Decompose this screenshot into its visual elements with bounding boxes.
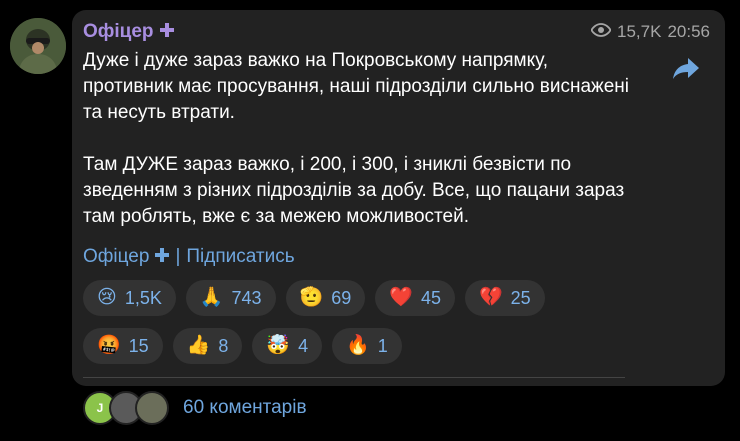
subscribe-link[interactable]: Підписатись [186, 245, 294, 269]
reaction-pill[interactable]: ❤️ 45 [375, 280, 455, 316]
channel-name[interactable]: Офіцер [83, 20, 174, 44]
reaction-count: 69 [331, 287, 352, 308]
views-count: 15,7K [617, 22, 662, 41]
commenter-avatar [135, 391, 169, 425]
reaction-pill[interactable]: 🫡 69 [285, 280, 366, 316]
reaction-pill[interactable]: 🙏 743 [185, 280, 276, 316]
angry-face-icon: 🤬 [97, 335, 121, 356]
signature-channel-link[interactable]: Офіцер [83, 245, 149, 269]
broken-heart-icon: 💔 [478, 287, 503, 308]
channel-name-text: Офіцер [83, 21, 154, 42]
reaction-pill[interactable]: 🔥 1 [332, 328, 402, 364]
reaction-count: 4 [298, 335, 309, 356]
plus-icon [159, 20, 174, 44]
heart-icon: ❤️ [389, 287, 413, 308]
reaction-count: 1 [377, 335, 388, 356]
reaction-count: 45 [420, 287, 441, 308]
signature-separator: | [175, 246, 181, 267]
message-paragraph: Дуже і дуже зараз важко на Покровському … [83, 50, 630, 123]
share-button[interactable] [668, 52, 704, 88]
reactions-row-1: 😢 1,5K 🙏 743 🫡 69 ❤️ 45 💔 25 [83, 280, 545, 316]
eye-icon [590, 21, 612, 43]
reaction-count: 743 [231, 287, 262, 308]
thumbs-up-icon: 👍 [186, 335, 211, 356]
post-signature: Офіцер | Підписатись [83, 245, 295, 269]
exploding-head-icon: 🤯 [266, 335, 291, 356]
channel-avatar[interactable] [10, 18, 66, 74]
reaction-pill[interactable]: 💔 25 [464, 280, 545, 316]
message-time: 20:56 [667, 22, 710, 41]
reaction-pill[interactable]: 👍 8 [172, 328, 243, 364]
crying-face-icon: 😢 [97, 287, 117, 308]
message-text: Дуже і дуже зараз важко на Покровському … [83, 48, 643, 230]
reaction-count: 8 [218, 335, 229, 356]
comments-link[interactable]: J 60 коментарів [83, 391, 307, 425]
reaction-count: 1,5K [124, 287, 162, 308]
reaction-count: 25 [510, 287, 531, 308]
reaction-count: 15 [128, 335, 149, 356]
forward-arrow-icon [672, 56, 700, 85]
praying-hands-icon: 🙏 [199, 287, 224, 308]
comments-count-label: 60 коментарів [183, 397, 307, 418]
reaction-pill[interactable]: 🤯 4 [252, 328, 323, 364]
reactions-row-2: 🤬 15 👍 8 🤯 4 🔥 1 [83, 328, 402, 364]
reaction-pill[interactable]: 😢 1,5K [83, 280, 176, 316]
salute-icon: 🫡 [299, 287, 324, 308]
message-meta: 15,7K 20:56 [590, 21, 710, 43]
plus-icon [155, 245, 170, 269]
message-paragraph: Там ДУЖЕ зараз важко, і 200, і 300, і зн… [83, 154, 625, 227]
reaction-pill[interactable]: 🤬 15 [83, 328, 163, 364]
comments-divider [83, 377, 625, 378]
fire-icon: 🔥 [346, 335, 370, 356]
